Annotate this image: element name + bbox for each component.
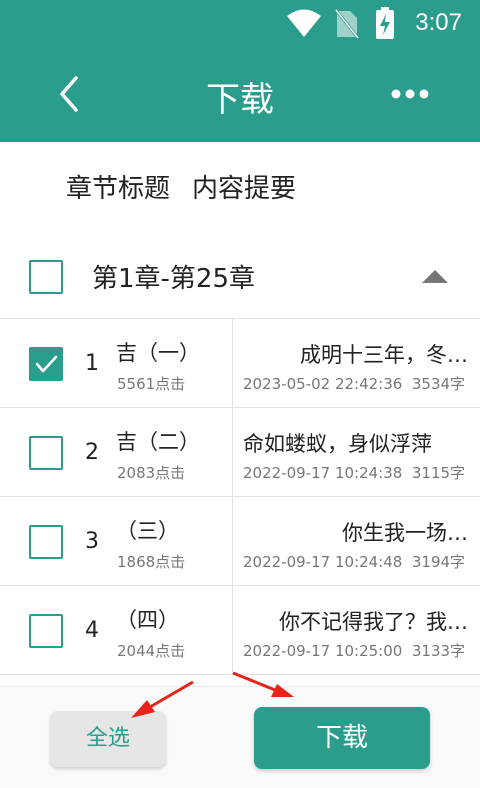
chapter-name: 吉（一） [116,341,200,365]
column-divider [232,497,233,586]
wifi-icon [287,9,321,37]
content-tabs: 章节标题 内容提要 [66,168,318,205]
chapter-row[interactable]: 2 吉（二） 2083点击 命如蝼蚁，身似浮萍 2022-09-17 10:24… [0,408,480,497]
chapter-checkbox[interactable] [29,436,63,470]
chapter-checkbox[interactable] [29,525,63,559]
group-title: 第1章-第25章 [92,264,256,294]
chapter-summary: 命如蝼蚁，身似浮萍 [243,432,432,456]
status-bar: 3:07 [0,0,480,48]
more-horizontal-icon [391,89,429,99]
tab-content-summary[interactable]: 内容提要 [192,174,296,204]
chapter-meta: 2023-05-02 22:42:36 3534字 [243,373,465,394]
chapter-clicks: 2044点击 [117,642,186,660]
chapter-number: 2 [85,440,99,465]
triangle-up-icon [422,270,448,283]
collapse-button[interactable] [420,266,450,286]
more-button[interactable] [390,82,430,106]
chapter-checkbox[interactable] [29,347,63,381]
chapter-summary: 你不记得我了？我… [279,610,468,634]
no-sim-icon [334,9,360,39]
column-divider [232,408,233,497]
chapter-number: 1 [85,351,99,376]
chapter-words: 3194字 [411,553,466,571]
chapter-words: 3534字 [411,375,466,393]
chapter-row[interactable]: 1 吉（一） 5561点击 成明十三年，冬… 2023-05-02 22:42:… [0,319,480,408]
group-checkbox[interactable] [29,260,63,294]
check-icon [35,355,58,373]
chapter-clicks: 1868点击 [117,553,186,571]
chapter-words: 3133字 [411,642,466,660]
chapter-meta: 2022-09-17 10:24:38 3115字 [243,462,465,483]
chapter-row[interactable]: 4 （四） 2044点击 你不记得我了？我… 2022-09-17 10:25:… [0,586,480,675]
select-all-button[interactable]: 全选 [50,711,166,767]
bottom-action-bar: 全选 下载 [0,686,480,788]
chapter-meta: 2022-09-17 10:24:48 3194字 [243,551,465,572]
chapter-name: （四） [116,608,179,632]
chapter-date: 2022-09-17 10:24:48 [243,553,403,571]
chapter-meta: 2022-09-17 10:25:00 3133字 [243,640,465,661]
chapter-list: 1 吉（一） 5561点击 成明十三年，冬… 2023-05-02 22:42:… [0,318,480,675]
chapter-clicks: 5561点击 [117,375,186,393]
chapter-group-header[interactable]: 第1章-第25章 [0,244,480,316]
chapter-name: 吉（二） [116,430,200,454]
app-bar: 3:07 下载 [0,0,480,142]
column-divider [232,586,233,675]
download-button[interactable]: 下载 [254,707,430,769]
tab-chapter-title[interactable]: 章节标题 [66,174,170,204]
chapter-words: 3115字 [411,464,466,482]
chapter-checkbox[interactable] [29,614,63,648]
chapter-clicks: 2083点击 [117,464,186,482]
chapter-name: （三） [116,519,179,543]
chapter-number: 4 [85,618,99,643]
chapter-number: 3 [85,529,99,554]
chapter-date: 2022-09-17 10:25:00 [243,642,403,660]
chapter-row[interactable]: 3 （三） 1868点击 你生我一场… 2022-09-17 10:24:48 … [0,497,480,586]
chapter-date: 2023-05-02 22:42:36 [243,375,403,393]
status-time: 3:07 [415,9,462,36]
battery-charging-icon [376,7,394,39]
column-divider [232,319,233,408]
chapter-summary: 成明十三年，冬… [300,343,468,367]
chapter-date: 2022-09-17 10:24:38 [243,464,403,482]
chapter-summary: 你生我一场… [342,521,468,545]
